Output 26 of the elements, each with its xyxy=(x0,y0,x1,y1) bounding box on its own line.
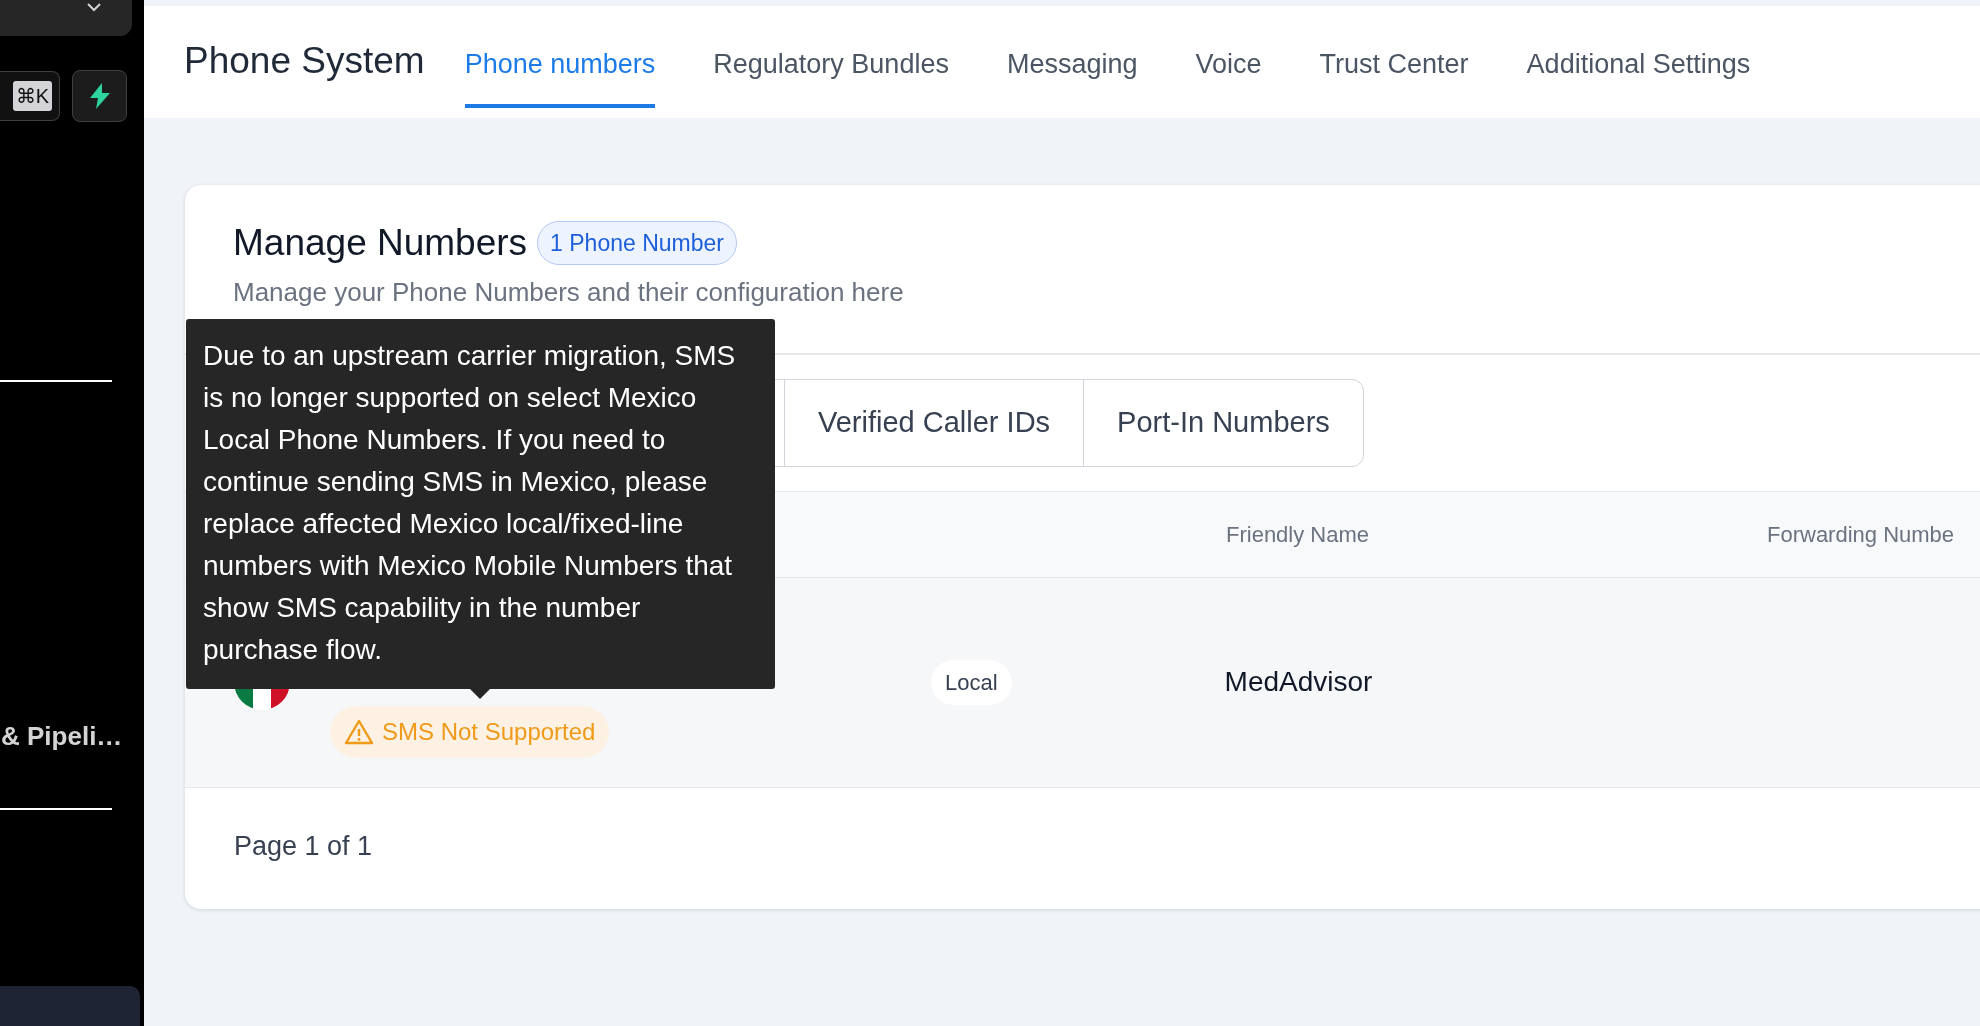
segment-tab[interactable]: Port-In Numbers xyxy=(1083,379,1363,466)
lightning-icon xyxy=(88,83,111,109)
nav-tab[interactable]: Messaging xyxy=(1006,43,1138,108)
column-header: Forwarding Numbe xyxy=(1767,520,1955,549)
warning-icon xyxy=(344,719,374,745)
column-header: Friendly Name xyxy=(1226,520,1371,549)
tooltip-text: Due to an upstream carrier migration, SMS is no longer supported on select Mexico Local Phone Numbers. If you need to continue sending SMS in Mexico, please replace affected Mexico local/fixed-line numbers with Mexico Mobile Numbers that show SMS capability in the number purchase flow. xyxy=(203,339,737,667)
pagination-label: Page 1 of 1 xyxy=(233,829,374,863)
card-title: Manage Numbers xyxy=(233,221,528,265)
nav-tab[interactable]: Trust Center xyxy=(1319,43,1469,108)
nav-tab[interactable]: Additional Settings xyxy=(1526,43,1751,108)
warning-text: SMS Not Supported xyxy=(382,717,596,747)
type-badge: Local xyxy=(931,659,1012,705)
page-title: Phone System xyxy=(184,38,425,83)
quick-action-button[interactable] xyxy=(72,70,127,122)
nav-tab[interactable]: Regulatory Bundles xyxy=(713,43,949,108)
chevron-down-icon xyxy=(86,2,102,12)
card-subtitle: Manage your Phone Numbers and their configuration here xyxy=(232,275,905,309)
segment-tab[interactable]: Verified Caller IDs xyxy=(784,379,1084,466)
count-badge: 1 Phone Number xyxy=(537,220,737,265)
nav-tab[interactable]: Phone numbers xyxy=(464,43,656,108)
shortcut-key: ⌘K xyxy=(12,81,52,111)
search-button[interactable]: ⌘K xyxy=(0,71,60,121)
sidebar-item[interactable]: & Pipeli… xyxy=(0,717,123,756)
nav-tab[interactable]: Voice xyxy=(1195,43,1262,108)
table-cell-text: MedAdvisor xyxy=(1224,665,1373,699)
